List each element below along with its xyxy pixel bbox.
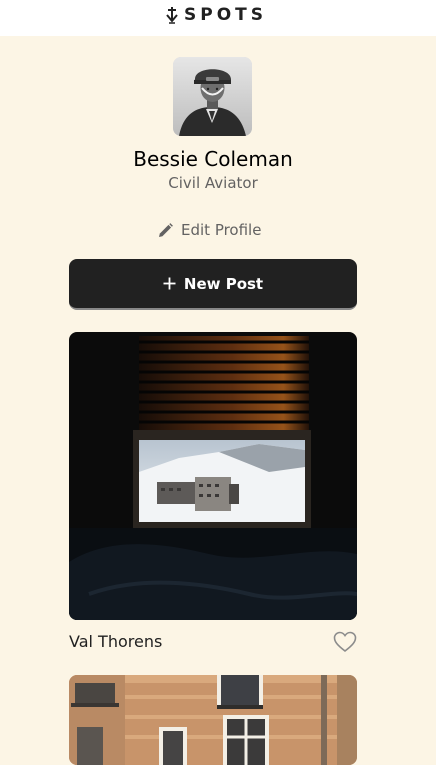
window-view-image xyxy=(69,332,357,620)
site-header: SPOTS xyxy=(0,0,436,36)
edit-profile-label: Edit Profile xyxy=(181,221,262,239)
card-title: Val Thorens xyxy=(69,632,163,651)
profile-name: Bessie Coleman xyxy=(133,147,293,171)
card-image[interactable] xyxy=(69,675,357,765)
new-post-button[interactable]: New Post xyxy=(69,259,357,310)
new-post-label: New Post xyxy=(183,274,264,293)
edit-profile-button[interactable]: Edit Profile xyxy=(158,219,261,241)
down-arrow-logo-icon xyxy=(166,7,178,24)
profile-description: Civil Aviator xyxy=(168,174,258,192)
avatar-image xyxy=(173,57,252,136)
plus-icon xyxy=(163,277,176,290)
building-facade-image xyxy=(69,675,357,765)
card-image[interactable] xyxy=(69,332,357,620)
like-button[interactable] xyxy=(333,631,357,653)
pencil-icon xyxy=(159,222,173,237)
heart-outline-icon xyxy=(333,631,357,653)
avatar xyxy=(173,57,252,136)
logo[interactable]: SPOTS xyxy=(166,4,267,26)
logo-text: SPOTS xyxy=(184,5,267,25)
